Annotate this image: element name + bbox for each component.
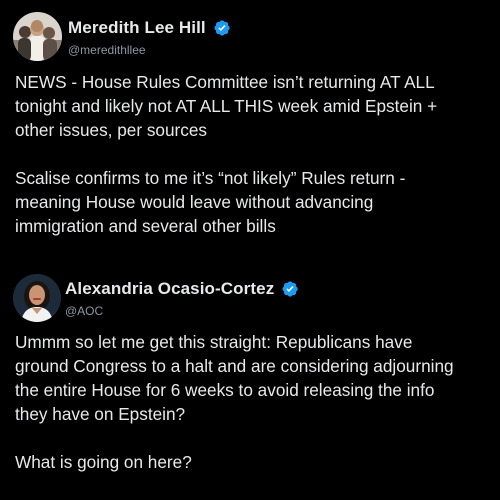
post-text: NEWS - House Rules Committee isn’t retur… [15,70,493,238]
avatar-photo-icon [13,12,62,61]
post-header: Meredith Lee Hill @meredithllee [13,12,483,64]
text-line: ground Congress to a halt and are consid… [15,356,454,376]
text-line: the entire House for 6 weeks to avoid re… [15,380,435,400]
verified-badge-icon [282,281,298,297]
text-line: immigration and several other bills [15,216,276,236]
post-text: Ummm so let me get this straight: Republ… [15,330,493,474]
avatar[interactable] [13,274,61,322]
text-line: they have on Epstein? [15,404,186,424]
author-handle[interactable]: @AOC [65,304,103,318]
avatar[interactable] [13,12,62,61]
post-header: Alexandria Ocasio-Cortez @AOC [13,274,483,326]
verified-badge-icon [214,20,230,36]
text-line: meaning House would leave without advanc… [15,192,374,212]
text-line: tonight and likely not AT ALL THIS week … [15,96,438,116]
author-handle[interactable]: @meredithllee [68,43,146,57]
name-row: Alexandria Ocasio-Cortez [65,278,299,300]
author-name[interactable]: Meredith Lee Hill [68,18,206,38]
author-name[interactable]: Alexandria Ocasio-Cortez [65,279,274,299]
text-line: Scalise confirms to me it’s “not likely”… [15,168,406,188]
text-line: other issues, per sources [15,120,208,140]
post-paragraph: Scalise confirms to me it’s “not likely”… [15,166,493,238]
avatar-photo-icon [13,274,61,322]
name-row: Meredith Lee Hill [68,17,231,39]
post-paragraph: What is going on here? [15,450,493,474]
post-paragraph: NEWS - House Rules Committee isn’t retur… [15,70,493,142]
post-paragraph: Ummm so let me get this straight: Republ… [15,330,493,426]
text-line: What is going on here? [15,452,192,472]
text-line: NEWS - House Rules Committee isn’t retur… [15,72,435,92]
text-line: Ummm so let me get this straight: Republ… [15,332,413,352]
